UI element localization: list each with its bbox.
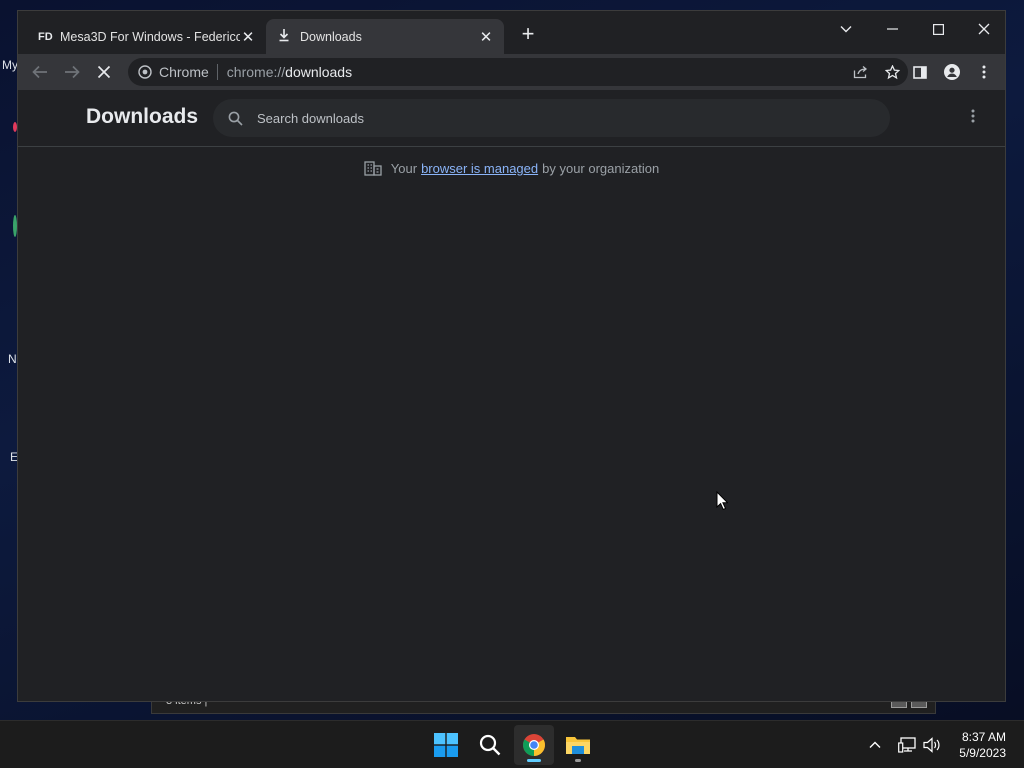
share-icon bbox=[853, 66, 867, 79]
share-button[interactable] bbox=[844, 65, 876, 79]
chrome-menu-button[interactable] bbox=[970, 58, 998, 86]
close-tab-icon[interactable]: ✕ bbox=[240, 28, 256, 46]
new-tab-button[interactable]: + bbox=[518, 23, 538, 45]
chrome-logo-icon bbox=[138, 65, 152, 79]
network-button[interactable] bbox=[896, 721, 918, 768]
minimize-icon bbox=[886, 28, 898, 30]
active-app-indicator bbox=[527, 759, 541, 762]
close-window-button[interactable] bbox=[964, 15, 1004, 43]
url-path: downloads bbox=[285, 64, 353, 80]
side-panel-icon bbox=[913, 65, 927, 79]
arrow-left-icon bbox=[32, 65, 47, 79]
close-icon bbox=[97, 65, 111, 79]
desktop-icon-label: My bbox=[2, 58, 18, 72]
close-icon bbox=[978, 23, 990, 35]
downloads-search[interactable] bbox=[213, 99, 890, 137]
running-app-indicator bbox=[575, 759, 581, 762]
download-icon bbox=[278, 28, 300, 45]
omnibox-actions bbox=[844, 58, 908, 86]
tab-mesa3d[interactable]: FD Mesa3D For Windows - Federico ✕ bbox=[26, 19, 266, 54]
bookmark-button[interactable] bbox=[876, 64, 908, 80]
address-bar[interactable]: Chrome chrome:// downloads bbox=[128, 58, 908, 86]
url-scheme: chrome:// bbox=[226, 64, 286, 80]
taskbar-chrome[interactable] bbox=[514, 725, 554, 765]
maximize-icon bbox=[932, 23, 944, 35]
volume-button[interactable] bbox=[921, 721, 943, 768]
show-hidden-icons-button[interactable] bbox=[864, 721, 886, 768]
browser-toolbar: Chrome chrome:// downloads bbox=[18, 54, 1005, 90]
downloads-menu-button[interactable] bbox=[963, 109, 983, 129]
tab-strip: FD Mesa3D For Windows - Federico ✕ Downl… bbox=[18, 11, 1005, 54]
taskbar: 8:37 AM 5/9/2023 bbox=[0, 720, 1024, 768]
omnibox-separator bbox=[216, 64, 218, 80]
search-icon bbox=[213, 111, 257, 126]
volume-icon bbox=[923, 737, 940, 753]
mouse-cursor-icon bbox=[716, 490, 729, 515]
managed-prefix: Your bbox=[390, 161, 418, 176]
taskbar-file-explorer[interactable] bbox=[558, 725, 598, 765]
star-icon bbox=[884, 64, 900, 79]
chevron-up-icon bbox=[869, 741, 881, 748]
tab-downloads[interactable]: Downloads ✕ bbox=[266, 19, 504, 54]
building-icon bbox=[364, 161, 382, 176]
chevron-down-icon bbox=[840, 26, 852, 33]
managed-suffix: by your organization bbox=[542, 161, 660, 176]
tab-title: Downloads bbox=[300, 29, 362, 44]
minimize-button[interactable] bbox=[872, 15, 912, 43]
start-button[interactable] bbox=[426, 725, 466, 765]
page-title: Downloads bbox=[86, 105, 199, 128]
profile-icon bbox=[944, 64, 960, 80]
site-favicon: FD bbox=[38, 30, 53, 43]
search-icon bbox=[479, 734, 501, 756]
clock-time: 8:37 AM bbox=[961, 730, 1006, 744]
forward-button[interactable] bbox=[58, 58, 86, 86]
tab-title: Mesa3D For Windows - Federico bbox=[60, 29, 240, 44]
windows-start-icon bbox=[434, 733, 458, 757]
network-icon bbox=[898, 737, 916, 753]
search-input[interactable] bbox=[257, 110, 857, 126]
chrome-icon bbox=[523, 734, 545, 756]
downloads-header: Downloads bbox=[18, 90, 1005, 147]
more-vert-icon bbox=[971, 109, 975, 123]
profile-button[interactable] bbox=[938, 58, 966, 86]
taskbar-clock[interactable]: 8:37 AM 5/9/2023 bbox=[959, 729, 1006, 761]
arrow-right-icon bbox=[65, 65, 80, 79]
back-button[interactable] bbox=[26, 58, 54, 86]
more-vert-icon bbox=[982, 65, 986, 79]
site-info-chip[interactable]: Chrome bbox=[128, 64, 209, 80]
stop-loading-button[interactable] bbox=[90, 58, 118, 86]
taskbar-search-button[interactable] bbox=[470, 725, 510, 765]
file-explorer-icon bbox=[566, 737, 590, 754]
site-chip-label: Chrome bbox=[159, 64, 209, 80]
tab-search-button[interactable] bbox=[826, 15, 866, 43]
managed-link[interactable]: browser is managed bbox=[421, 161, 538, 176]
maximize-button[interactable] bbox=[918, 15, 958, 43]
side-panel-button[interactable] bbox=[906, 58, 934, 86]
close-tab-icon[interactable]: ✕ bbox=[478, 28, 494, 46]
desktop-icon-label: N bbox=[8, 352, 17, 366]
chrome-window: FD Mesa3D For Windows - Federico ✕ Downl… bbox=[17, 10, 1006, 702]
clock-date: 5/9/2023 bbox=[959, 746, 1006, 760]
managed-notice: Your browser is managed by your organiza… bbox=[18, 161, 1005, 176]
